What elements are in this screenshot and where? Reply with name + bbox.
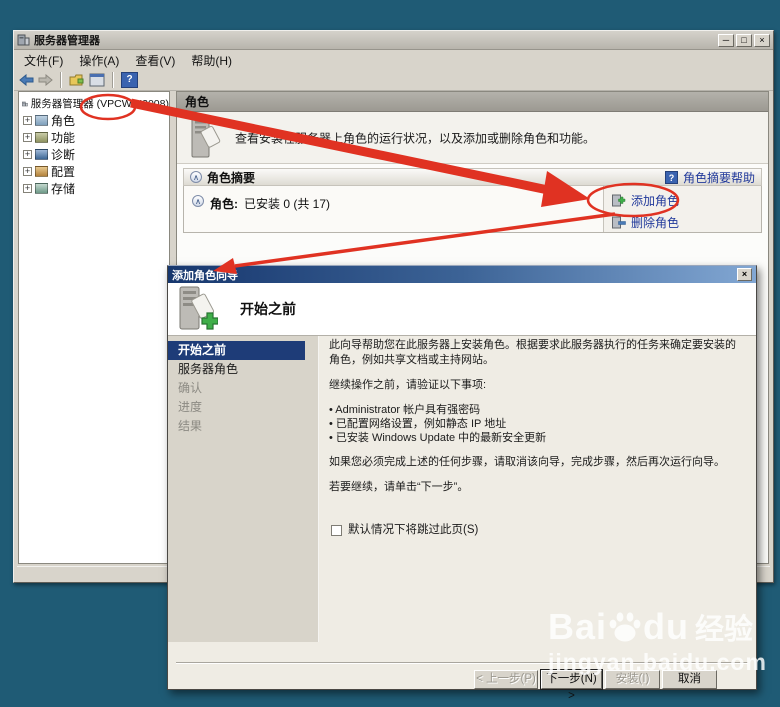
tree-item-diagnostics[interactable]: + 诊断 xyxy=(19,146,169,163)
step-before-you-begin[interactable]: 开始之前 xyxy=(168,341,305,360)
add-roles-wizard-icon xyxy=(178,286,218,332)
wizard-continue-hint: 若要继续，请单击“下一步”。 xyxy=(329,480,744,495)
expand-icon[interactable]: + xyxy=(23,167,32,176)
button-separator xyxy=(176,662,748,664)
wizard-title: 添加角色向导 xyxy=(172,267,238,283)
features-node-icon xyxy=(35,132,48,143)
menu-bar: 文件(F) 操作(A) 查看(V) 帮助(H) xyxy=(14,51,773,69)
roles-actions: 添加角色 删除角色 xyxy=(603,186,761,232)
roles-description: 查看安装在服务器上角色的运行状况，以及添加或删除角色和功能。 xyxy=(235,129,595,146)
wizard-checklist: • Administrator 帐户具有强密码 • 已配置网络设置，例如静态 I… xyxy=(329,403,744,445)
tree-item-roles[interactable]: + 角色 xyxy=(19,112,169,129)
add-roles-icon xyxy=(612,194,626,207)
roles-panel-title: 角色 xyxy=(185,93,209,110)
next-button[interactable]: 下一步(N) > xyxy=(541,670,602,689)
collapse-icon[interactable]: ∧ xyxy=(192,195,204,207)
help-icon[interactable]: ? xyxy=(121,72,138,88)
menu-view[interactable]: 查看(V) xyxy=(127,52,183,69)
roles-summary-help[interactable]: ? 角色摘要帮助 xyxy=(665,169,755,186)
tree-root-label: 服务器管理器 (VPCWIN2008) xyxy=(31,96,169,111)
expand-icon[interactable]: + xyxy=(23,150,32,159)
roles-summary-section: ∧ 角色摘要 ? 角色摘要帮助 ∧ 角色: 已安装 0 (共 17) xyxy=(183,168,762,233)
wizard-steps-nav: 开始之前 服务器角色 确认 进度 结果 xyxy=(168,336,319,642)
checklist-item: • 已安装 Windows Update 中的最新安全更新 xyxy=(329,431,744,445)
roles-summary-box: ∧ 角色: 已安装 0 (共 17) 添加角色 xyxy=(183,186,762,233)
wizard-content: 此向导帮助您在此服务器上安装角色。根据要求此服务器执行的任务来确定要安装的角色，… xyxy=(329,338,744,642)
wizard-note-text: 如果您必须完成上述的任何步骤，请取消该向导，完成步骤，然后再次运行向导。 xyxy=(329,455,744,470)
checkbox-icon[interactable] xyxy=(331,525,342,536)
wizard-header: 开始之前 xyxy=(168,283,756,336)
tree-root-server-manager[interactable]: 服务器管理器 (VPCWIN2008) xyxy=(19,95,169,112)
add-roles-action[interactable]: 添加角色 xyxy=(612,192,761,209)
roles-server-icon xyxy=(191,116,221,158)
window-title: 服务器管理器 xyxy=(34,32,716,48)
step-progress: 进度 xyxy=(168,398,318,417)
back-arrow-icon[interactable] xyxy=(19,74,34,86)
step-server-roles[interactable]: 服务器角色 xyxy=(168,360,318,379)
tree-item-label: 功能 xyxy=(51,129,75,146)
roles-summary-title: 角色摘要 xyxy=(207,169,255,186)
cancel-button[interactable]: 取消 xyxy=(662,670,717,689)
roles-summary-help-link[interactable]: 角色摘要帮助 xyxy=(683,169,755,186)
install-button[interactable]: 安装(I) xyxy=(605,670,660,689)
back-button[interactable]: < 上一步(P) xyxy=(474,670,538,689)
step-results: 结果 xyxy=(168,417,318,436)
tree-item-configuration[interactable]: + 配置 xyxy=(19,163,169,180)
roles-summary-header: ∧ 角色摘要 ? 角色摘要帮助 xyxy=(183,168,762,186)
console-tree: 服务器管理器 (VPCWIN2008) + 角色 + 功能 + 诊断 + 配置 xyxy=(18,91,170,564)
diagnostics-node-icon xyxy=(35,149,48,160)
help-icon: ? xyxy=(665,171,678,184)
step-confirmation: 确认 xyxy=(168,379,318,398)
storage-node-icon xyxy=(35,183,48,194)
minimize-button[interactable]: ─ xyxy=(718,34,734,47)
expand-icon[interactable]: + xyxy=(23,184,32,193)
wizard-page-title: 开始之前 xyxy=(240,299,296,319)
roles-description-strip: 查看安装在服务器上角色的运行状况，以及添加或删除角色和功能。 xyxy=(177,112,768,164)
export-list-icon[interactable] xyxy=(69,73,85,87)
skip-page-option[interactable]: 默认情况下将跳过此页(S) xyxy=(331,523,478,538)
expand-icon[interactable]: + xyxy=(23,133,32,142)
desktop: 服务器管理器 ─ □ × 文件(F) 操作(A) 查看(V) 帮助(H) xyxy=(0,0,780,707)
expand-icon[interactable]: + xyxy=(23,116,32,125)
wizard-verify-heading: 继续操作之前，请验证以下事项: xyxy=(329,378,744,393)
tree-item-storage[interactable]: + 存储 xyxy=(19,180,169,197)
forward-arrow-icon[interactable] xyxy=(38,74,53,86)
tree-item-label: 配置 xyxy=(51,163,75,180)
roles-count-value: 已安装 0 (共 17) xyxy=(244,195,330,212)
remove-roles-icon xyxy=(612,216,626,229)
add-roles-wizard-dialog: 添加角色向导 × 开始之前 开始之前 服务器角色 确认 进度 结果 此向导帮助您… xyxy=(167,265,757,690)
roles-count-label: 角色: xyxy=(210,195,238,212)
remove-roles-action[interactable]: 删除角色 xyxy=(612,214,761,231)
wizard-titlebar[interactable]: 添加角色向导 × xyxy=(168,266,756,283)
maximize-button[interactable]: □ xyxy=(736,34,752,47)
tree-item-label: 角色 xyxy=(51,112,75,129)
toolbar-divider xyxy=(112,72,114,88)
console-window-icon[interactable] xyxy=(89,73,105,87)
roles-count-line: ∧ 角色: 已安装 0 (共 17) xyxy=(184,186,603,232)
remove-roles-link[interactable]: 删除角色 xyxy=(631,214,679,231)
collapse-icon[interactable]: ∧ xyxy=(190,171,202,183)
menu-action[interactable]: 操作(A) xyxy=(71,52,127,69)
roles-panel-header: 角色 xyxy=(177,92,768,112)
menu-help[interactable]: 帮助(H) xyxy=(183,52,240,69)
toolbar: ? xyxy=(14,69,773,91)
skip-page-label: 默认情况下将跳过此页(S) xyxy=(348,523,478,538)
window-titlebar[interactable]: 服务器管理器 ─ □ × xyxy=(14,31,773,50)
server-manager-node-icon xyxy=(22,98,28,110)
server-manager-icon xyxy=(17,34,30,46)
wizard-intro-text: 此向导帮助您在此服务器上安装角色。根据要求此服务器执行的任务来确定要安装的角色，… xyxy=(329,338,744,368)
close-button[interactable]: × xyxy=(754,34,770,47)
configuration-node-icon xyxy=(35,166,48,177)
tree-item-features[interactable]: + 功能 xyxy=(19,129,169,146)
checklist-item: • Administrator 帐户具有强密码 xyxy=(329,403,744,417)
close-icon[interactable]: × xyxy=(737,268,752,281)
add-roles-link[interactable]: 添加角色 xyxy=(631,192,679,209)
roles-node-icon xyxy=(35,115,48,126)
tree-item-label: 存储 xyxy=(51,180,75,197)
tree-item-label: 诊断 xyxy=(51,146,75,163)
toolbar-divider xyxy=(60,72,62,88)
menu-file[interactable]: 文件(F) xyxy=(16,52,71,69)
checklist-item: • 已配置网络设置，例如静态 IP 地址 xyxy=(329,417,744,431)
